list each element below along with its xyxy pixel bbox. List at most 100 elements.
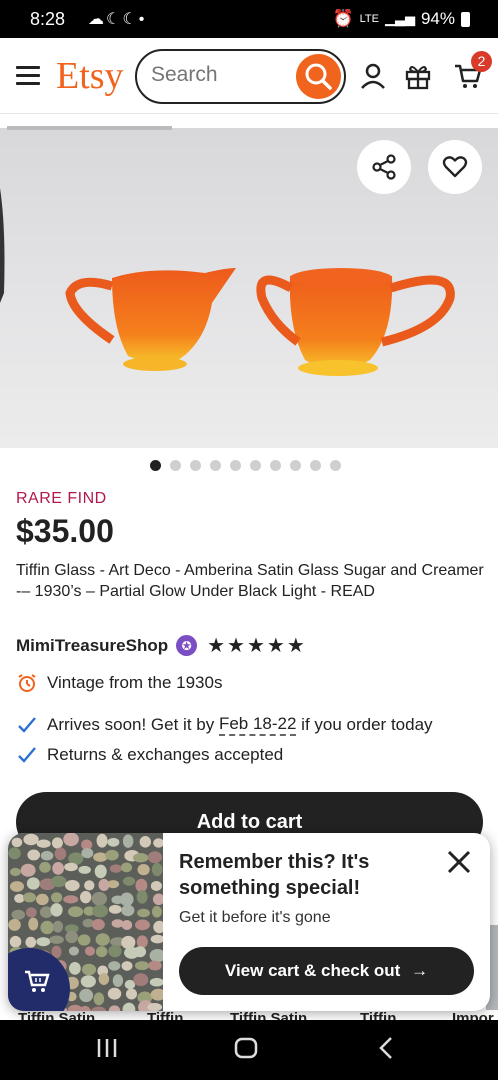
pebble-shape	[40, 920, 54, 935]
pebble-shape	[63, 833, 79, 847]
check-icon	[16, 746, 38, 764]
pebble-shape	[36, 937, 51, 947]
pebble-shape	[121, 904, 135, 917]
pebble-shape	[84, 946, 96, 956]
system-nav-bar	[0, 1020, 498, 1080]
pebble-shape	[112, 974, 124, 987]
carousel-dot[interactable]	[230, 460, 241, 471]
pebble-shape	[122, 876, 136, 886]
pebble-shape	[9, 867, 21, 877]
search-icon	[305, 63, 332, 90]
pebble-shape	[54, 847, 67, 861]
pebble-shape	[81, 848, 94, 859]
listing-title: Tiffin Glass - Art Deco - Amberina Satin…	[16, 562, 484, 600]
account-icon[interactable]	[359, 62, 387, 90]
pebble-shape	[49, 935, 64, 944]
scroll-indicator	[7, 126, 172, 130]
pebble-shape	[136, 890, 148, 904]
battery-label: 94%	[420, 9, 455, 28]
pebble-shape	[125, 988, 138, 1000]
alarm-clock-icon	[16, 673, 38, 693]
gift-icon[interactable]	[404, 62, 432, 90]
network-label: LTE	[359, 13, 379, 25]
pebble-shape	[50, 875, 67, 888]
app-header: Etsy 2	[0, 38, 498, 114]
pebble-shape	[91, 891, 108, 906]
pebble-shape	[9, 881, 25, 892]
product-image[interactable]	[0, 128, 498, 448]
pebble-shape	[107, 880, 120, 889]
pebble-shape	[107, 837, 120, 847]
recent-apps-icon[interactable]	[96, 1036, 118, 1060]
favorite-button[interactable]	[428, 140, 482, 194]
search-bar[interactable]	[135, 49, 346, 104]
pebble-shape	[25, 907, 37, 918]
pebble-shape	[121, 961, 133, 971]
shop-row[interactable]: MimiTreasureShop ✪ ★★★★★	[16, 633, 307, 658]
share-button[interactable]	[357, 140, 411, 194]
signal-icon: ▁▃▅	[384, 11, 415, 26]
vintage-row: Vintage from the 1930s	[16, 673, 222, 693]
carousel-dot[interactable]	[190, 460, 201, 471]
carousel-dot[interactable]	[170, 460, 181, 471]
pebble-shape	[64, 862, 78, 872]
pebble-shape	[77, 934, 91, 946]
carousel-dot[interactable]	[270, 460, 281, 471]
image-carousel-dots[interactable]	[150, 460, 341, 471]
pebble-shape	[51, 837, 63, 849]
carousel-dot[interactable]	[290, 460, 301, 471]
status-bar: 8:28 ☁☾☾• ⏰ LTE ▁▃▅ 94%	[0, 0, 498, 38]
checkout-label: View cart & check out	[224, 961, 401, 980]
close-icon[interactable]	[444, 847, 474, 877]
pebble-shape	[133, 852, 149, 863]
status-right: ⏰ LTE ▁▃▅ 94%	[332, 9, 470, 29]
star-seller-icon: ✪	[176, 635, 198, 656]
status-time: 8:28	[30, 9, 66, 29]
pebble-shape	[120, 892, 134, 907]
shop-name[interactable]: MimiTreasureShop	[16, 636, 168, 656]
carousel-dot[interactable]	[250, 460, 261, 471]
rare-find-badge: RARE FIND	[16, 490, 107, 507]
pebble-shape	[121, 919, 133, 930]
popup-product-image[interactable]	[8, 833, 167, 1011]
pebble-shape	[80, 975, 96, 988]
pebble-shape	[96, 833, 108, 848]
home-icon[interactable]	[234, 1036, 258, 1060]
battery-icon	[461, 11, 470, 27]
vintage-text: Vintage from the 1930s	[47, 673, 223, 692]
pebble-shape	[93, 992, 105, 1006]
pebble-shape	[68, 946, 79, 956]
pebble-shape	[150, 934, 165, 944]
heart-icon	[442, 156, 468, 178]
pebble-shape	[8, 847, 21, 860]
pebble-shape	[52, 920, 64, 933]
carousel-dot[interactable]	[330, 460, 341, 471]
pebble-shape	[95, 933, 110, 946]
pebble-shape	[28, 917, 39, 931]
back-icon[interactable]	[376, 1036, 396, 1060]
pebble-shape	[67, 906, 84, 918]
arrival-dates-link[interactable]: Feb 18-22	[218, 714, 297, 736]
pebble-shape	[92, 904, 109, 918]
pebble-shape	[69, 961, 81, 975]
pebble-shape	[84, 880, 95, 891]
carousel-dot[interactable]	[310, 460, 321, 471]
pebble-shape	[39, 861, 51, 873]
view-cart-checkout-button[interactable]: View cart & check out →	[179, 947, 474, 995]
pebble-shape	[134, 961, 150, 971]
arrival-row: Arrives soon! Get it by Feb 18-22 if you…	[16, 714, 433, 736]
search-button[interactable]	[296, 54, 341, 99]
carousel-dot[interactable]	[210, 460, 221, 471]
popup-title: Remember this? It's something special!	[179, 851, 370, 899]
pebble-shape	[148, 960, 162, 971]
returns-row: Returns & exchanges accepted	[16, 745, 283, 765]
menu-icon[interactable]	[16, 66, 40, 85]
arrow-right-icon: →	[411, 961, 429, 980]
search-input[interactable]	[151, 63, 291, 87]
etsy-logo[interactable]: Etsy	[56, 54, 124, 98]
carousel-dot[interactable]	[150, 460, 161, 471]
pebble-shape	[9, 935, 22, 948]
pebble-shape	[79, 988, 94, 1003]
pebble-shape	[108, 961, 121, 971]
pebble-shape	[137, 864, 150, 876]
